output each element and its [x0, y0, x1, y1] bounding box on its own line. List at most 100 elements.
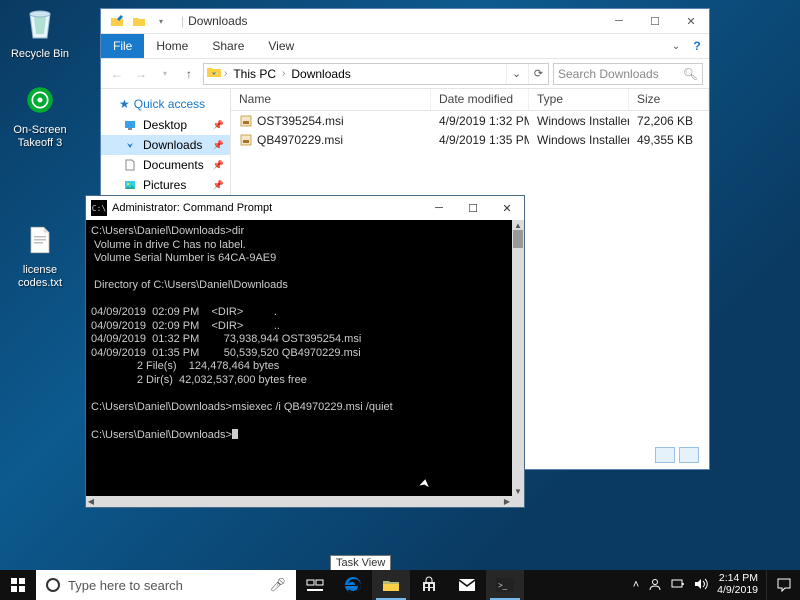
scroll-up-icon[interactable]: ▲: [512, 220, 524, 230]
navitem-downloads[interactable]: Downloads📌: [101, 135, 230, 155]
system-tray: ˄ 2:14 PM 4/9/2019: [625, 570, 766, 600]
cmd-titlebar[interactable]: C:\ Administrator: Command Prompt ─ ☐ ✕: [86, 196, 524, 220]
msi-file-icon: [239, 114, 253, 128]
desktop-icon-label: license codes.txt: [4, 264, 76, 289]
ost-app-icon: [20, 80, 60, 120]
chevron-right-icon[interactable]: ›: [282, 68, 285, 79]
ribbon-expand-icon[interactable]: ⌄: [667, 34, 685, 58]
minimize-button[interactable]: ─: [601, 9, 637, 34]
desktop-icon-license[interactable]: license codes.txt: [4, 220, 76, 289]
file-row[interactable]: OST395254.msi 4/9/2019 1:32 PM Windows I…: [231, 111, 709, 130]
search-placeholder: Type here to search: [68, 578, 183, 593]
close-button[interactable]: ✕: [490, 196, 524, 220]
col-date[interactable]: Date modified: [431, 89, 529, 110]
ribbon-tab-share[interactable]: Share: [200, 34, 256, 58]
folder-icon: [382, 577, 400, 593]
chevron-right-icon[interactable]: ›: [224, 68, 227, 79]
taskbar-cmd[interactable]: >_: [486, 570, 524, 600]
vertical-scrollbar[interactable]: ▲ ▼: [512, 220, 524, 496]
breadcrumb-this-pc[interactable]: This PC: [229, 67, 280, 81]
scroll-down-icon[interactable]: ▼: [512, 486, 524, 496]
scrollbar-thumb[interactable]: [513, 230, 523, 248]
explorer-titlebar[interactable]: ▾ | Downloads ─ ☐ ✕: [101, 9, 709, 34]
network-icon[interactable]: [671, 578, 685, 593]
recycle-bin-icon: [20, 4, 60, 44]
scroll-right-icon[interactable]: ▶: [502, 496, 512, 507]
pin-icon: 📌: [213, 180, 224, 191]
ribbon-tab-view[interactable]: View: [256, 34, 306, 58]
navitem-pictures[interactable]: Pictures📌: [101, 175, 230, 195]
microphone-icon[interactable]: 🎤︎: [269, 577, 286, 593]
notification-icon: [776, 577, 792, 593]
task-view-button[interactable]: [296, 570, 334, 600]
tooltip-task-view: Task View: [330, 555, 391, 571]
nav-quick-access[interactable]: ★ Quick access: [101, 93, 230, 115]
pin-icon: 📌: [213, 120, 224, 131]
ribbon-tab-home[interactable]: Home: [144, 34, 200, 58]
window-title: Downloads: [188, 14, 247, 28]
column-headers[interactable]: Name Date modified Type Size: [231, 89, 709, 111]
close-button[interactable]: ✕: [673, 9, 709, 34]
col-size[interactable]: Size: [629, 89, 709, 110]
msi-file-icon: [239, 133, 253, 147]
text-cursor: [232, 429, 238, 439]
nav-recent-icon[interactable]: ▾: [155, 64, 175, 84]
svg-text:>_: >_: [498, 581, 508, 590]
cmd-output[interactable]: C:\Users\Daniel\Downloads>dir Volume in …: [86, 220, 512, 496]
view-details-icon[interactable]: [655, 447, 675, 463]
desktop-icon-label: On-Screen Takeoff 3: [4, 124, 76, 149]
maximize-button[interactable]: ☐: [637, 9, 673, 34]
taskbar-mail[interactable]: [448, 570, 486, 600]
taskbar: Type here to search 🎤︎ >_ ˄ 2:14 PM 4/9/…: [0, 570, 800, 600]
navitem-documents[interactable]: Documents📌: [101, 155, 230, 175]
start-button[interactable]: [0, 570, 36, 600]
folder-pin-icon[interactable]: [109, 13, 125, 29]
help-icon[interactable]: ?: [685, 34, 709, 58]
people-icon[interactable]: [648, 577, 662, 594]
cmd-icon: >_: [496, 578, 514, 592]
minimize-button[interactable]: ─: [422, 196, 456, 220]
search-icon: 🔍︎: [683, 67, 698, 81]
refresh-icon[interactable]: ⟳: [528, 64, 548, 84]
dropdown-icon[interactable]: ▾: [153, 13, 169, 29]
downloads-folder-icon: [206, 65, 222, 82]
file-row[interactable]: QB4970229.msi 4/9/2019 1:35 PM Windows I…: [231, 130, 709, 149]
folder-icon[interactable]: [131, 13, 147, 29]
taskbar-clock[interactable]: 2:14 PM 4/9/2019: [717, 573, 758, 596]
navitem-desktop[interactable]: Desktop📌: [101, 115, 230, 135]
desktop-icon-ost[interactable]: On-Screen Takeoff 3: [4, 80, 76, 149]
taskbar-explorer[interactable]: [372, 570, 410, 600]
cmd-app-icon: C:\: [91, 200, 107, 216]
desktop-icon-recycle-bin[interactable]: Recycle Bin: [4, 4, 76, 61]
ribbon-tab-file[interactable]: File: [101, 34, 144, 58]
view-large-icon[interactable]: [679, 447, 699, 463]
explorer-ribbon: File Home Share View ⌄ ?: [101, 34, 709, 59]
maximize-button[interactable]: ☐: [456, 196, 490, 220]
breadcrumb-downloads[interactable]: Downloads: [287, 67, 354, 81]
volume-icon[interactable]: [694, 578, 708, 593]
txt-file-icon: [20, 220, 60, 260]
nav-up-icon[interactable]: ↑: [179, 64, 199, 84]
address-bar[interactable]: › This PC › Downloads ⌄ ⟳: [203, 63, 549, 85]
address-dropdown-icon[interactable]: ⌄: [506, 64, 526, 84]
nav-back-icon[interactable]: ←: [107, 64, 127, 84]
horizontal-scrollbar[interactable]: ◀ ▶: [86, 496, 512, 507]
cortana-circle-icon: [46, 578, 60, 592]
taskbar-store[interactable]: [410, 570, 448, 600]
windows-logo-icon: [11, 578, 25, 592]
col-type[interactable]: Type: [529, 89, 629, 110]
tray-overflow-icon[interactable]: ˄: [633, 579, 639, 591]
cmd-title-text: Administrator: Command Prompt: [112, 202, 422, 214]
scroll-left-icon[interactable]: ◀: [86, 496, 96, 507]
taskbar-edge[interactable]: [334, 570, 372, 600]
pin-icon: 📌: [213, 160, 224, 171]
nav-forward-icon[interactable]: →: [131, 64, 151, 84]
taskbar-search[interactable]: Type here to search 🎤︎: [36, 570, 296, 600]
search-input[interactable]: Search Downloads 🔍︎: [553, 63, 703, 85]
notification-center-button[interactable]: [766, 570, 800, 600]
task-view-icon: [306, 578, 324, 592]
pictures-icon: [123, 178, 137, 192]
desktop-icon: [123, 118, 137, 132]
col-name[interactable]: Name: [231, 89, 431, 110]
mail-icon: [458, 578, 476, 592]
